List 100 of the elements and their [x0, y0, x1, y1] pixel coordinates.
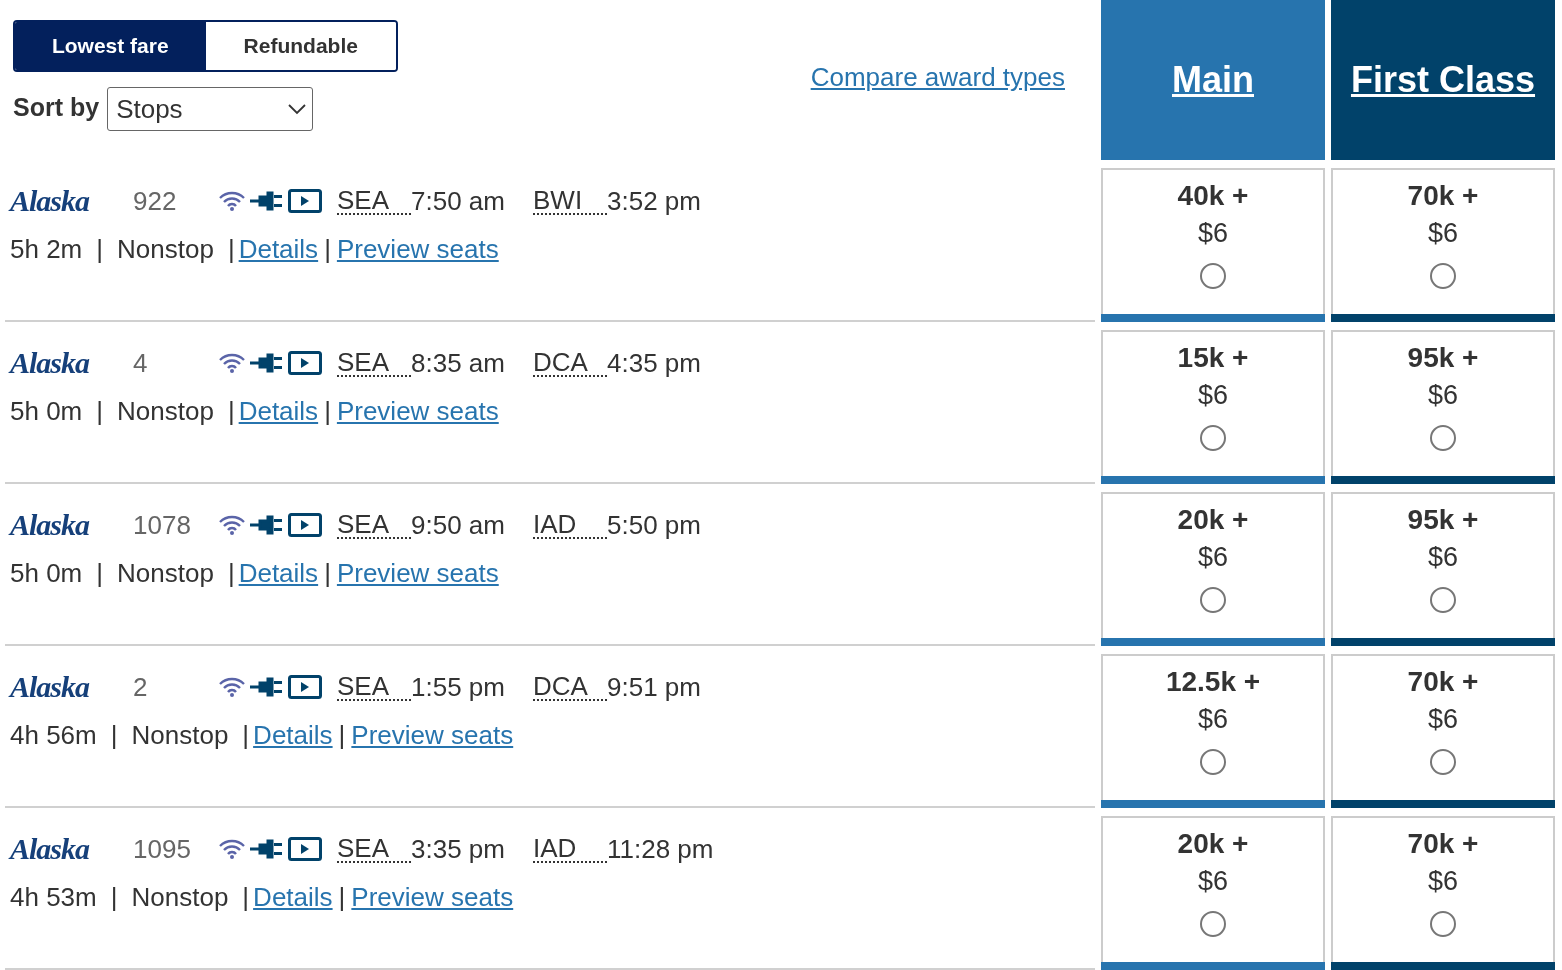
airline-logo: Alaska — [10, 832, 91, 866]
fare-type-tab[interactable]: Lowest fare — [15, 22, 206, 70]
fare-card[interactable]: 70k + $6 — [1331, 654, 1555, 808]
fare-points: 40k + — [1177, 180, 1249, 212]
wifi-icon — [218, 677, 246, 697]
separator: | — [338, 719, 346, 751]
power-plug-icon — [250, 677, 284, 697]
fare-points: 15k + — [1177, 342, 1249, 374]
separator: | — [96, 233, 104, 265]
fare-radio[interactable] — [1430, 263, 1456, 289]
arrival-time: 5:50 pm — [607, 509, 702, 541]
cabin-link[interactable]: First Class — [1350, 59, 1536, 101]
sort-label: Sort by — [13, 93, 100, 122]
fare-radio[interactable] — [1430, 587, 1456, 613]
compare-award-types-link[interactable]: Compare award types — [810, 62, 1065, 93]
flight-number: 1095 — [133, 833, 192, 865]
details-link[interactable]: Details — [238, 557, 319, 589]
destination-airport: BWI — [533, 187, 607, 215]
departure-time: 9:50 am — [411, 509, 506, 541]
fare-card[interactable]: 15k + $6 — [1101, 330, 1325, 484]
fare-points: 20k + — [1177, 828, 1249, 860]
flight-duration: 5h 0m — [10, 395, 83, 427]
fare-card[interactable]: 70k + $6 — [1331, 816, 1555, 970]
video-screen-icon — [288, 837, 322, 861]
preview-seats-link[interactable]: Preview seats — [351, 719, 514, 751]
stops-text: Nonstop — [131, 719, 229, 751]
separator: | — [324, 395, 331, 427]
fare-price: $6 — [1427, 542, 1458, 573]
fare-card[interactable]: 20k + $6 — [1101, 492, 1325, 646]
flight-duration: 5h 2m — [10, 233, 83, 265]
fare-price: $6 — [1427, 866, 1458, 897]
fare-radio[interactable] — [1200, 911, 1226, 937]
fare-radio[interactable] — [1430, 749, 1456, 775]
details-link[interactable]: Details — [238, 233, 319, 265]
flight-duration: 5h 0m — [10, 557, 83, 589]
origin-airport: SEA — [337, 835, 411, 863]
airline-logo: Alaska — [10, 670, 91, 704]
separator: | — [96, 557, 104, 589]
fare-radio[interactable] — [1200, 263, 1226, 289]
fare-price: $6 — [1427, 218, 1458, 249]
fare-price: $6 — [1197, 542, 1228, 573]
separator: | — [242, 881, 250, 913]
details-link[interactable]: Details — [238, 395, 319, 427]
power-plug-icon — [250, 353, 284, 373]
flight-duration: 4h 56m — [10, 719, 97, 751]
fare-card[interactable]: 12.5k + $6 — [1101, 654, 1325, 808]
fare-radio[interactable] — [1430, 911, 1456, 937]
separator: | — [338, 881, 346, 913]
wifi-icon — [218, 191, 246, 211]
preview-seats-link[interactable]: Preview seats — [336, 557, 499, 589]
video-screen-icon — [288, 351, 322, 375]
cabin-link[interactable]: Main — [1172, 59, 1254, 101]
departure-time: 1:55 pm — [411, 671, 506, 703]
wifi-icon — [218, 353, 246, 373]
fare-points: 70k + — [1407, 828, 1479, 860]
destination-airport: DCA — [533, 349, 607, 377]
preview-seats-link[interactable]: Preview seats — [336, 395, 499, 427]
details-link[interactable]: Details — [253, 881, 333, 913]
separator: | — [324, 557, 331, 589]
fare-price: $6 — [1427, 380, 1458, 411]
preview-seats-link[interactable]: Preview seats — [351, 881, 514, 913]
fare-radio[interactable] — [1200, 587, 1226, 613]
separator: | — [242, 719, 250, 751]
fare-radio[interactable] — [1200, 425, 1226, 451]
power-plug-icon — [250, 191, 284, 211]
airline-logo: Alaska — [10, 346, 91, 380]
arrival-time: 9:51 pm — [607, 671, 702, 703]
origin-airport: SEA — [337, 511, 411, 539]
fare-points: 95k + — [1407, 504, 1479, 536]
preview-seats-link[interactable]: Preview seats — [336, 233, 499, 265]
fare-card[interactable]: 95k + $6 — [1331, 492, 1555, 646]
origin-airport: SEA — [337, 673, 411, 701]
separator: | — [227, 233, 235, 265]
destination-airport: IAD — [533, 511, 607, 539]
separator: | — [110, 881, 118, 913]
separator: | — [110, 719, 118, 751]
flight-number: 1078 — [133, 509, 192, 541]
details-link[interactable]: Details — [253, 719, 333, 751]
fare-card[interactable]: 20k + $6 — [1101, 816, 1325, 970]
separator: | — [96, 395, 104, 427]
fare-card[interactable]: 70k + $6 — [1331, 168, 1555, 322]
fare-points: 20k + — [1177, 504, 1249, 536]
fare-card[interactable]: 95k + $6 — [1331, 330, 1555, 484]
separator: | — [227, 395, 235, 427]
fare-card[interactable]: 40k + $6 — [1101, 168, 1325, 322]
sort-dropdown[interactable]: Stops — [107, 87, 314, 131]
stops-text: Nonstop — [117, 395, 214, 427]
origin-airport: SEA — [337, 349, 411, 377]
separator: | — [324, 233, 331, 265]
wifi-icon — [218, 839, 246, 859]
origin-airport: SEA — [337, 187, 411, 215]
fare-points: 70k + — [1407, 180, 1479, 212]
video-screen-icon — [288, 513, 322, 537]
video-screen-icon — [288, 189, 322, 213]
fare-radio[interactable] — [1200, 749, 1226, 775]
video-screen-icon — [288, 675, 322, 699]
arrival-time: 3:52 pm — [607, 185, 702, 217]
fare-radio[interactable] — [1430, 425, 1456, 451]
departure-time: 8:35 am — [411, 347, 506, 379]
stops-text: Nonstop — [117, 557, 214, 589]
